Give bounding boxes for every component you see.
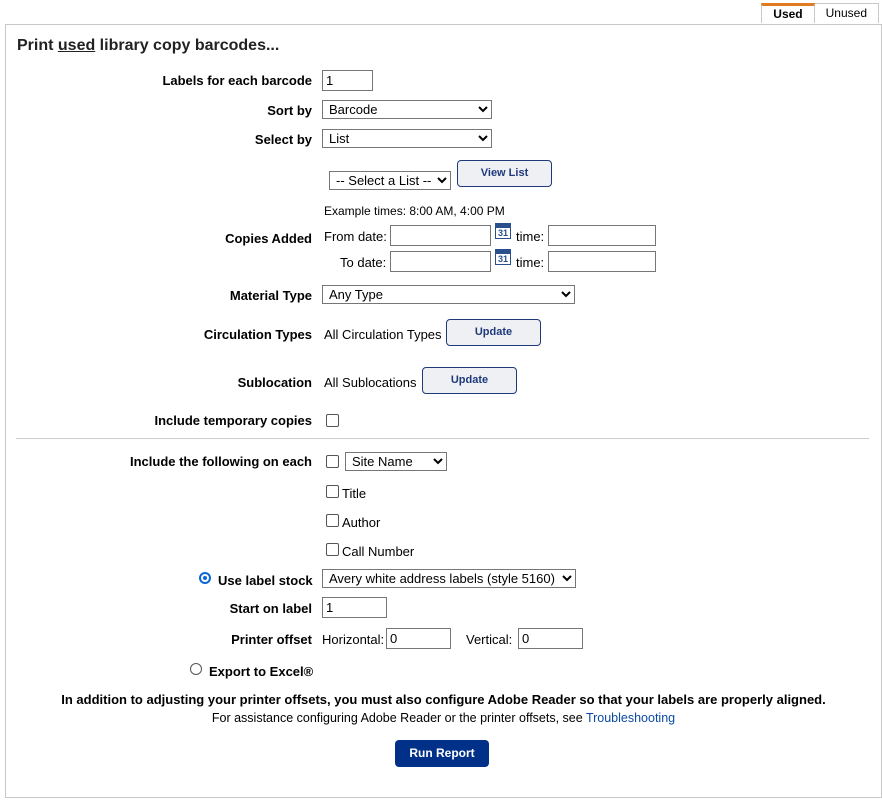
sublocation-update-button[interactable]: Update: [422, 367, 517, 394]
section-divider: [16, 438, 869, 439]
copies-added-label: Copies Added: [225, 231, 312, 246]
from-time-input[interactable]: [548, 225, 656, 246]
to-date-input[interactable]: [390, 251, 491, 272]
sublocation-value: All Sublocations: [324, 375, 417, 390]
select-by-label: Select by: [254, 132, 312, 147]
labels-each-label: Labels for each barcode: [162, 73, 312, 88]
vertical-offset-input[interactable]: [518, 628, 583, 649]
run-report-button[interactable]: Run Report: [395, 740, 489, 767]
export-excel-label: Export to Excel®: [209, 664, 314, 679]
calendar-icon[interactable]: 31: [495, 223, 511, 239]
include-following-label: Include the following on each: [129, 454, 312, 469]
select-by-select[interactable]: List: [322, 129, 492, 148]
author-checkbox[interactable]: [326, 514, 339, 527]
troubleshooting-link[interactable]: Troubleshooting: [586, 711, 675, 725]
material-type-label: Material Type: [229, 288, 312, 303]
to-time-input[interactable]: [548, 251, 656, 272]
circulation-types-value: All Circulation Types: [324, 327, 442, 342]
use-label-stock-radio[interactable]: [199, 572, 211, 584]
tab-used[interactable]: Used: [761, 3, 815, 23]
sort-by-select[interactable]: Barcode: [322, 100, 492, 119]
export-excel-radio[interactable]: [190, 663, 202, 675]
sort-by-label: Sort by: [267, 103, 312, 118]
title-option-label: Title: [342, 486, 367, 501]
include-temp-checkbox[interactable]: [326, 414, 339, 427]
vertical-label: Vertical:: [466, 632, 513, 647]
tab-unused[interactable]: Unused: [814, 3, 879, 23]
horizontal-label: Horizontal:: [322, 632, 385, 647]
start-on-label-label: Start on label: [229, 601, 312, 616]
author-option-label: Author: [342, 515, 381, 530]
from-date-label: From date:: [324, 229, 387, 244]
horizontal-offset-input[interactable]: [386, 628, 451, 649]
from-date-input[interactable]: [390, 225, 491, 246]
calendar-icon[interactable]: 31: [495, 249, 511, 265]
page-title: Print used library copy barcodes...: [17, 37, 280, 54]
use-label-stock-label: Use label stock: [218, 573, 313, 588]
example-times-text: Example times: 8:00 AM, 4:00 PM: [324, 204, 505, 218]
circulation-types-label: Circulation Types: [203, 327, 312, 342]
printer-offset-label: Printer offset: [231, 632, 312, 647]
from-time-label: time:: [516, 229, 545, 244]
title-checkbox[interactable]: [326, 485, 339, 498]
sublocation-label: Sublocation: [237, 375, 312, 390]
labels-each-input[interactable]: [322, 70, 373, 91]
report-panel: Print used library copy barcodes... Labe…: [5, 24, 882, 798]
report-tabs: Used Unused: [761, 3, 879, 23]
view-list-button[interactable]: View List: [457, 160, 552, 187]
adobe-note: In addition to adjusting your printer of…: [61, 692, 826, 707]
call-number-checkbox[interactable]: [326, 543, 339, 556]
material-type-select[interactable]: Any Type: [322, 285, 575, 304]
start-on-label-input[interactable]: [322, 597, 387, 618]
help-note: For assistance configuring Adobe Reader …: [211, 711, 676, 725]
to-time-label: time:: [516, 255, 545, 270]
site-name-checkbox[interactable]: [326, 455, 339, 468]
site-name-select[interactable]: Site Name: [345, 452, 447, 471]
label-stock-select[interactable]: Avery white address labels (style 5160): [322, 569, 576, 588]
list-select[interactable]: -- Select a List --: [329, 171, 451, 190]
include-temp-label: Include temporary copies: [154, 413, 313, 428]
to-date-label: To date:: [340, 255, 387, 270]
circulation-update-button[interactable]: Update: [446, 319, 541, 346]
call-number-option-label: Call Number: [342, 544, 415, 559]
